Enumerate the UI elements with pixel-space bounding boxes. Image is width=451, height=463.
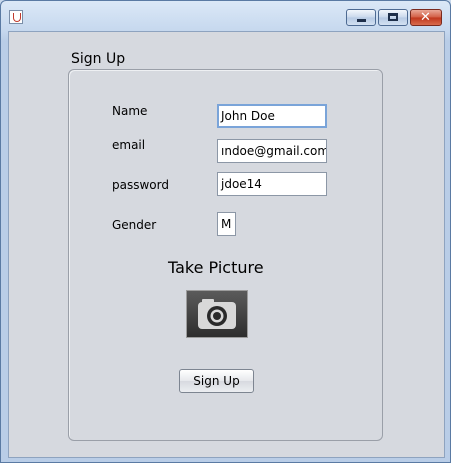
signup-button[interactable]: Sign Up xyxy=(179,369,254,393)
close-icon: ✕ xyxy=(420,10,431,25)
name-field[interactable]: John Doe xyxy=(217,104,327,128)
java-app-icon[interactable] xyxy=(9,10,23,24)
gender-label: Gender xyxy=(112,218,157,232)
email-label: email xyxy=(112,138,146,152)
take-picture-label: Take Picture xyxy=(168,258,264,277)
password-field[interactable]: jdoe14 xyxy=(217,172,327,196)
title-bar[interactable]: ✕ xyxy=(1,1,450,31)
password-label: password xyxy=(112,178,169,192)
name-label: Name xyxy=(112,104,148,118)
maximize-button[interactable] xyxy=(378,9,408,26)
camera-icon xyxy=(198,299,236,329)
take-picture-button[interactable] xyxy=(186,290,248,338)
close-button[interactable]: ✕ xyxy=(410,9,442,26)
minimize-icon xyxy=(357,19,366,22)
form-title: Sign Up xyxy=(71,51,126,67)
minimize-button[interactable] xyxy=(346,9,376,26)
email-field[interactable]: ındoe@gmail.com xyxy=(217,139,327,163)
maximize-icon xyxy=(388,13,398,21)
gender-field[interactable]: M xyxy=(217,212,236,236)
